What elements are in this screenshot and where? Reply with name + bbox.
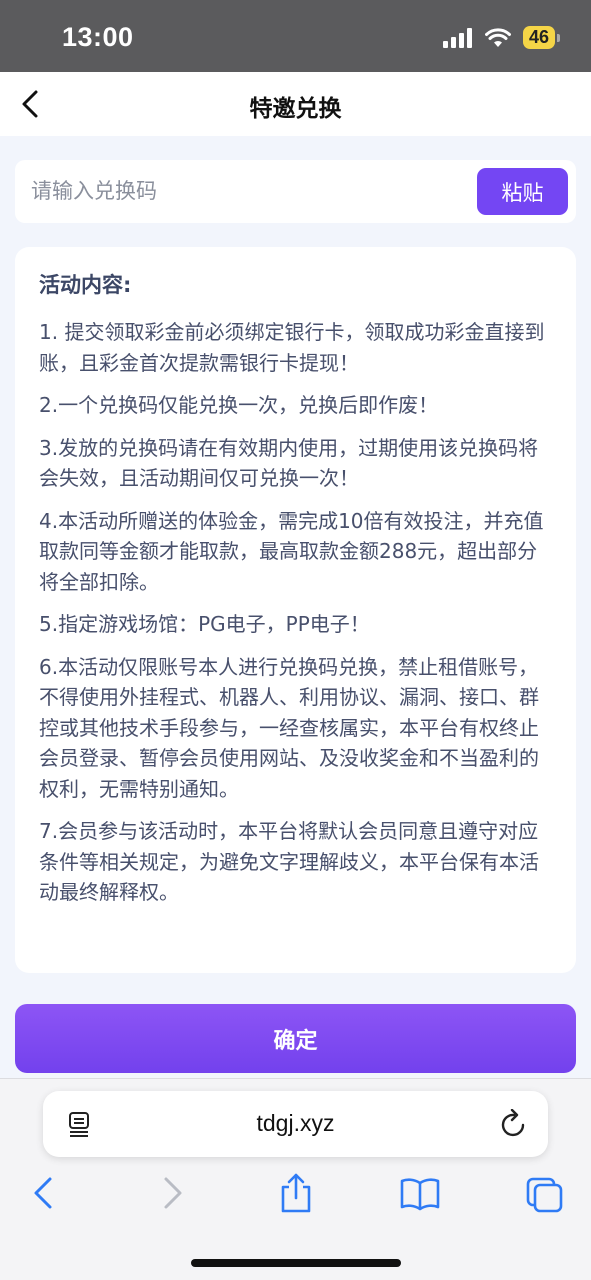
- status-time: 13:00: [62, 22, 134, 52]
- battery-indicator: 46: [522, 26, 561, 49]
- page-title: 特邀兑换: [249, 96, 342, 122]
- rule-item: 3.发放的兑换码请在有效期内使用，过期使用该兑换码将会失效，且活动期间仅可兑换一…: [39, 435, 539, 491]
- status-bar: 13:00 46: [0, 0, 591, 72]
- browser-forward-icon[interactable]: [158, 1175, 186, 1211]
- tabs-icon[interactable]: [526, 1177, 564, 1213]
- redeem-code-card: 粘贴: [15, 160, 576, 223]
- url-text: tdgj.xyz: [256, 1110, 335, 1136]
- status-icons: 46: [442, 26, 561, 49]
- rule-item: 2.一个兑换码仅能兑换一次，兑换后即作废！: [39, 393, 439, 417]
- browser-toolbar: tdgj.xyz: [0, 1078, 591, 1280]
- rule-item: 5.指定游戏场馆：PG电子，PP电子！: [39, 612, 370, 636]
- redeem-code-input[interactable]: [31, 172, 461, 210]
- rule-item: 7.会员参与该活动时，本平台将默认会员同意且遵守对应条件等相关规定，为避免文字理…: [39, 819, 539, 904]
- paste-button[interactable]: 粘贴: [477, 168, 568, 215]
- nav-bar: 特邀兑换: [0, 72, 591, 136]
- wifi-icon: [484, 27, 511, 47]
- address-bar[interactable]: tdgj.xyz: [43, 1091, 548, 1157]
- share-icon[interactable]: [278, 1173, 314, 1213]
- browser-back-icon[interactable]: [30, 1175, 58, 1211]
- signal-icon: [442, 27, 472, 48]
- bookmarks-icon[interactable]: [400, 1177, 440, 1211]
- home-indicator: [191, 1259, 401, 1267]
- rule-item: 4.本活动所赠送的体验金，需完成10倍有效投注，并充值取款同等金额才能取款，最高…: [39, 508, 544, 594]
- rule-item: 1. 提交领取彩金前必须绑定银行卡，领取成功彩金直接到账，且彩金首次提款需银行卡…: [39, 320, 545, 375]
- confirm-button[interactable]: 确定: [15, 1004, 576, 1073]
- activity-heading: 活动内容:: [39, 273, 132, 297]
- rule-item: 6.本活动仅限账号本人进行兑换码兑换，禁止租借账号，不得使用外挂程式、机器人、利…: [39, 654, 539, 801]
- reload-icon[interactable]: [500, 1109, 528, 1139]
- activity-content-card: 活动内容: 1. 提交领取彩金前必须绑定银行卡，领取成功彩金直接到账，且彩金首次…: [15, 247, 576, 973]
